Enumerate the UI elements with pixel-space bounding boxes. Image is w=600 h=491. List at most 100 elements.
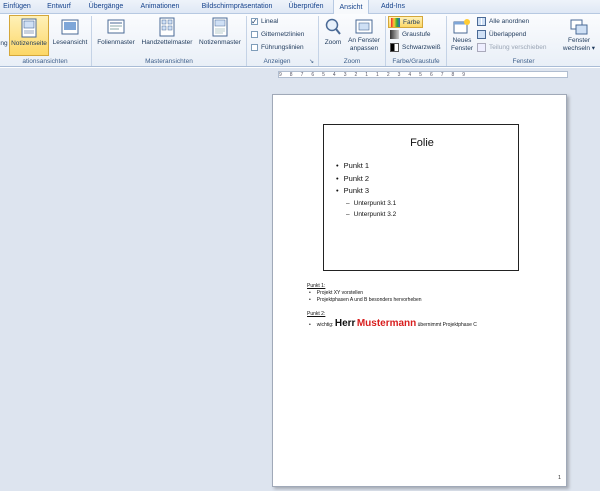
slide-bullet: Punkt 1 xyxy=(336,160,396,173)
notes-text-emphasis: Herr xyxy=(334,318,356,329)
tab-addins[interactable]: Add-Ins xyxy=(376,0,410,14)
guides-checkbox[interactable]: Führungslinien xyxy=(251,42,304,54)
notes-master-icon xyxy=(212,17,228,37)
ruler-tick: 9 xyxy=(462,72,466,78)
notes-bullet: Projekt XY vorstellen xyxy=(307,290,557,297)
fit-window-label-line2: anpassen xyxy=(349,45,379,52)
ruler-tick: 4 xyxy=(332,72,336,78)
reading-view-label: Leseansicht xyxy=(52,39,88,46)
slide-subbullet: Unterpunkt 3.1 xyxy=(336,198,397,210)
group-label-show: Anzeigen xyxy=(263,58,291,65)
fit-window-label-line1: An Fenster xyxy=(348,37,380,44)
guides-label: Führungslinien xyxy=(261,44,304,51)
new-window-icon xyxy=(453,19,470,34)
reading-view-icon xyxy=(61,19,79,35)
arrange-all-label: Alle anordnen xyxy=(489,18,530,25)
ruler-tick: 8 xyxy=(451,72,455,78)
ruler-tick: 3 xyxy=(343,72,347,78)
tab-transitions[interactable]: Übergänge xyxy=(86,0,126,14)
group-label-master-views: Masteransichten xyxy=(145,58,193,65)
reading-view-button[interactable]: Leseansicht xyxy=(51,15,89,56)
notes-master-label: Notizenmaster xyxy=(199,39,241,46)
slide-bullet: Punkt 2 xyxy=(336,173,396,186)
notes-text-red: Mustermann xyxy=(356,318,417,329)
notes-bullet: • wichtig: Herr Mustermann übernimmt Proj… xyxy=(309,318,477,329)
magnifier-icon xyxy=(325,18,341,35)
split-button[interactable]: Teilung verschieben xyxy=(477,42,546,54)
slide-title: Folie xyxy=(410,137,434,149)
dialog-launcher-icon[interactable]: ↘ xyxy=(309,58,314,65)
ruler-tick: 2 xyxy=(354,72,358,78)
group-label-presentation-views: ationsansichten xyxy=(22,58,68,65)
ruler-checkbox[interactable]: Lineal xyxy=(251,16,278,28)
ruler-tick: 9 xyxy=(279,72,282,78)
tab-review[interactable]: Überprüfen xyxy=(286,0,326,14)
checkbox-icon xyxy=(251,30,258,38)
zoom-button[interactable]: Zoom xyxy=(322,15,344,56)
ruler-tick: 6 xyxy=(429,72,433,78)
checkbox-checked-icon xyxy=(251,16,258,28)
switch-windows-label-line1: Fenster xyxy=(567,37,591,44)
ruler-tick: 7 xyxy=(440,72,444,78)
notes-text-area[interactable]: Punkt 1: Projekt XY vorstellen Projektph… xyxy=(307,282,557,330)
handout-master-button[interactable]: Handzettelmaster xyxy=(139,15,195,56)
black-white-button[interactable]: Schwarzweiß xyxy=(390,42,441,54)
arrange-all-button[interactable]: Alle anordnen xyxy=(477,16,529,28)
slide-master-button[interactable]: Folienmaster xyxy=(95,15,137,56)
notes-text: übernimmt Projektphase C xyxy=(417,322,477,328)
notes-page-label: Notizenseite xyxy=(11,40,47,47)
notes-heading: Punkt 2: xyxy=(307,311,326,317)
grayscale-button[interactable]: Graustufe xyxy=(390,29,431,41)
normal-view-button[interactable]: ng xyxy=(0,15,8,56)
grayscale-label: Graustufe xyxy=(402,31,431,38)
ruler-tick: 2 xyxy=(386,72,390,78)
tab-insert[interactable]: Einfügen xyxy=(0,0,34,14)
tab-design[interactable]: Entwurf xyxy=(42,0,76,14)
gridlines-checkbox[interactable]: Gitternetzlinien xyxy=(251,29,304,41)
tab-slideshow[interactable]: Bildschirmpräsentation xyxy=(194,0,280,14)
cascade-label: Überlappend xyxy=(489,31,527,38)
page-number: 1 xyxy=(557,475,561,481)
ruler-tick: 3 xyxy=(397,72,401,78)
switch-windows-button[interactable]: Fenster wechseln ▾ xyxy=(560,15,598,56)
slide-thumbnail[interactable]: Folie Punkt 1 Punkt 2 Punkt 3 Unterpunkt… xyxy=(323,124,519,271)
fit-to-window-button[interactable]: An Fenster anpassen xyxy=(346,15,382,56)
ruler-tick: 1 xyxy=(365,72,369,78)
notes-page: Folie Punkt 1 Punkt 2 Punkt 3 Unterpunkt… xyxy=(272,94,567,487)
cascade-button[interactable]: Überlappend xyxy=(477,29,526,41)
gridlines-label: Gitternetzlinien xyxy=(261,31,305,38)
group-label-color: Farbe/Graustufe xyxy=(392,58,440,65)
tab-view[interactable]: Ansicht xyxy=(333,0,369,14)
ruler-tick: 6 xyxy=(311,72,315,78)
ribbon-tabs: Einfügen Entwurf Übergänge Animationen B… xyxy=(0,0,600,14)
split-label: Teilung verschieben xyxy=(489,44,547,51)
cascade-icon xyxy=(477,29,486,39)
notes-page-button[interactable]: Notizenseite xyxy=(9,15,49,56)
handout-master-label: Handzettelmaster xyxy=(141,39,193,46)
split-icon xyxy=(477,42,486,52)
color-button[interactable]: Farbe xyxy=(388,16,423,28)
color-label: Farbe xyxy=(403,19,420,26)
switch-windows-icon xyxy=(570,19,588,35)
new-window-label-line1: Neues xyxy=(452,37,472,44)
slide-bullet-list: Punkt 1 Punkt 2 Punkt 3 Unterpunkt 3.1 U… xyxy=(336,160,397,221)
ruler-tick: 5 xyxy=(419,72,422,78)
notes-bullet: Projektphasen A und B besonders hervorhe… xyxy=(307,297,557,304)
horizontal-ruler[interactable]: 9 8 7 6 5 4 3 2 1 1 2 3 4 5 6 7 8 9 xyxy=(278,71,568,78)
notes-master-button[interactable]: Notizenmaster xyxy=(197,15,243,56)
zoom-label: Zoom xyxy=(324,39,342,46)
notes-heading: Punkt 1: xyxy=(307,283,326,289)
slide-master-icon xyxy=(107,19,125,34)
black-white-icon xyxy=(390,42,399,52)
arrange-all-icon xyxy=(477,16,486,26)
checkbox-icon xyxy=(251,43,258,51)
black-white-label: Schwarzweiß xyxy=(402,44,441,51)
new-window-button[interactable]: Neues Fenster xyxy=(449,15,475,56)
slide-master-label: Folienmaster xyxy=(97,39,135,46)
ruler-label: Lineal xyxy=(261,18,279,25)
ruler-tick: 4 xyxy=(408,72,412,78)
ruler-tick: 8 xyxy=(289,72,293,78)
tab-animations[interactable]: Animationen xyxy=(136,0,184,14)
fit-window-icon xyxy=(355,19,373,34)
normal-view-label: ng xyxy=(0,40,8,47)
